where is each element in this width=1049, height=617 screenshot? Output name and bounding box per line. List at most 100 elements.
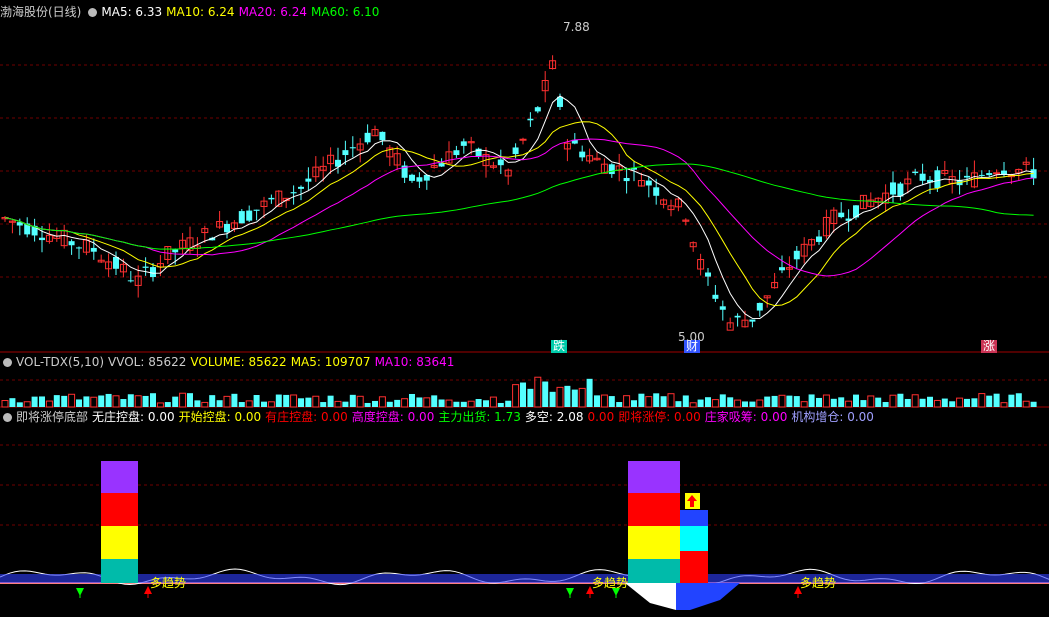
candle-body — [453, 150, 460, 156]
volume-bar — [793, 396, 800, 407]
volume-bar — [964, 398, 970, 407]
event-mark-cai[interactable]: 财 — [684, 340, 701, 353]
volume-bar — [653, 393, 660, 407]
ma10-line — [4, 121, 1034, 307]
volume-bar — [423, 397, 431, 408]
volume-bar — [875, 397, 882, 407]
candle-body — [534, 107, 541, 112]
volume-bar — [682, 395, 689, 407]
volume-bar — [578, 387, 586, 408]
candle-body — [409, 174, 415, 181]
candle-body — [712, 294, 719, 299]
volume-legend: VOL-TDX(5,10) VVOL: 85622 VOLUME: 85622 MA5… — [0, 354, 458, 370]
volume-bar — [594, 395, 600, 407]
volume-bar — [231, 393, 238, 407]
event-mark-zhang[interactable]: 涨 — [981, 340, 998, 353]
volume-bar — [105, 393, 112, 407]
ind-zengcang: 机构增仓: 0.00 — [791, 410, 874, 424]
volume-bar — [631, 400, 637, 407]
volume-bar — [727, 397, 734, 407]
volume-bar — [386, 401, 393, 407]
volume-bar — [164, 402, 171, 407]
candle-body — [816, 236, 822, 242]
stack-block — [628, 493, 680, 526]
volume-bar — [39, 396, 45, 407]
volume-bar — [1008, 394, 1015, 407]
volume-bar — [705, 397, 711, 407]
volume-bar — [298, 398, 304, 407]
volume-bar — [394, 399, 401, 407]
negative-fill — [625, 583, 676, 610]
legend-dot-icon[interactable] — [88, 8, 98, 17]
trend-label-3: 多趋势 — [800, 576, 837, 590]
volume-bar — [409, 393, 415, 407]
volume-bar — [312, 395, 320, 408]
event-mark-die[interactable]: 跌 — [551, 340, 568, 353]
ma20-line — [4, 138, 1034, 277]
candle-body — [76, 247, 82, 249]
candle-body — [150, 267, 156, 278]
volume-bar — [830, 398, 837, 407]
volume-bar — [216, 400, 223, 407]
stack-block — [628, 559, 680, 583]
stack-block — [628, 526, 680, 559]
negative-fill — [676, 583, 740, 610]
main-legend: 渤海股份(日线) MA5: 6.33 MA10: 6.24 MA20: 6.24 MA6… — [0, 4, 383, 20]
volume-bar — [120, 399, 127, 407]
stack-block — [680, 551, 708, 583]
ind-name: 即将涨停底部 — [16, 410, 89, 424]
candle-body — [527, 118, 534, 121]
candle-body — [113, 256, 119, 269]
candle-body — [623, 177, 630, 182]
candle-body — [290, 192, 297, 194]
candle-body — [512, 147, 519, 155]
volume-bar — [1015, 393, 1022, 407]
volume-bar — [194, 400, 201, 407]
volume-bar — [127, 394, 134, 407]
volume-bar — [334, 400, 342, 408]
volume-bar — [23, 401, 31, 408]
stack-block — [680, 526, 708, 551]
ind-wuzhuang: 无庄控盘: 0.00 — [92, 410, 175, 424]
volume-bar — [867, 395, 875, 408]
volume-bar — [445, 399, 453, 408]
vol-ma5-label: MA5: 109707 — [290, 355, 371, 369]
candle-body — [653, 187, 660, 196]
ma20-label: MA20: 6.24 — [238, 5, 307, 19]
volume-bar — [460, 401, 467, 407]
volume-bar — [467, 400, 475, 408]
volume-bar — [645, 396, 653, 408]
legend-dot-icon[interactable] — [3, 413, 12, 422]
volume-bar — [156, 402, 164, 408]
candle-body — [993, 172, 1001, 175]
volume-bar — [497, 402, 504, 407]
candle-body — [342, 150, 349, 156]
candle-body — [645, 180, 652, 186]
ma60-label: MA60: 6.10 — [311, 5, 380, 19]
volume-bar — [489, 396, 497, 408]
volume-bar — [290, 394, 298, 408]
volume-bar — [919, 398, 926, 407]
stock-chart[interactable] — [0, 0, 1049, 617]
legend-dot-icon[interactable] — [3, 358, 12, 367]
volume-bar — [112, 395, 120, 408]
volume-bar — [505, 400, 512, 407]
volume-bar — [261, 401, 267, 407]
volume-bar — [978, 393, 986, 408]
volume-bar — [711, 399, 719, 408]
ind-chuhuo: 主力出货: 1.73 — [438, 410, 521, 424]
candle-body — [719, 306, 726, 310]
volume-bar — [172, 396, 179, 407]
candle-body — [912, 171, 919, 174]
volume-bar — [1030, 401, 1037, 407]
candle-body — [349, 147, 356, 149]
volume-bar — [150, 393, 156, 407]
stack-block — [101, 526, 138, 559]
volume-bar — [786, 395, 793, 407]
ind-zhangting: 即将涨停: 0.00 — [618, 410, 701, 424]
candle-body — [608, 164, 615, 175]
volume-bar — [853, 394, 859, 407]
volume-bar — [142, 395, 149, 407]
candle-body — [579, 151, 586, 158]
volume-bar — [209, 395, 216, 407]
